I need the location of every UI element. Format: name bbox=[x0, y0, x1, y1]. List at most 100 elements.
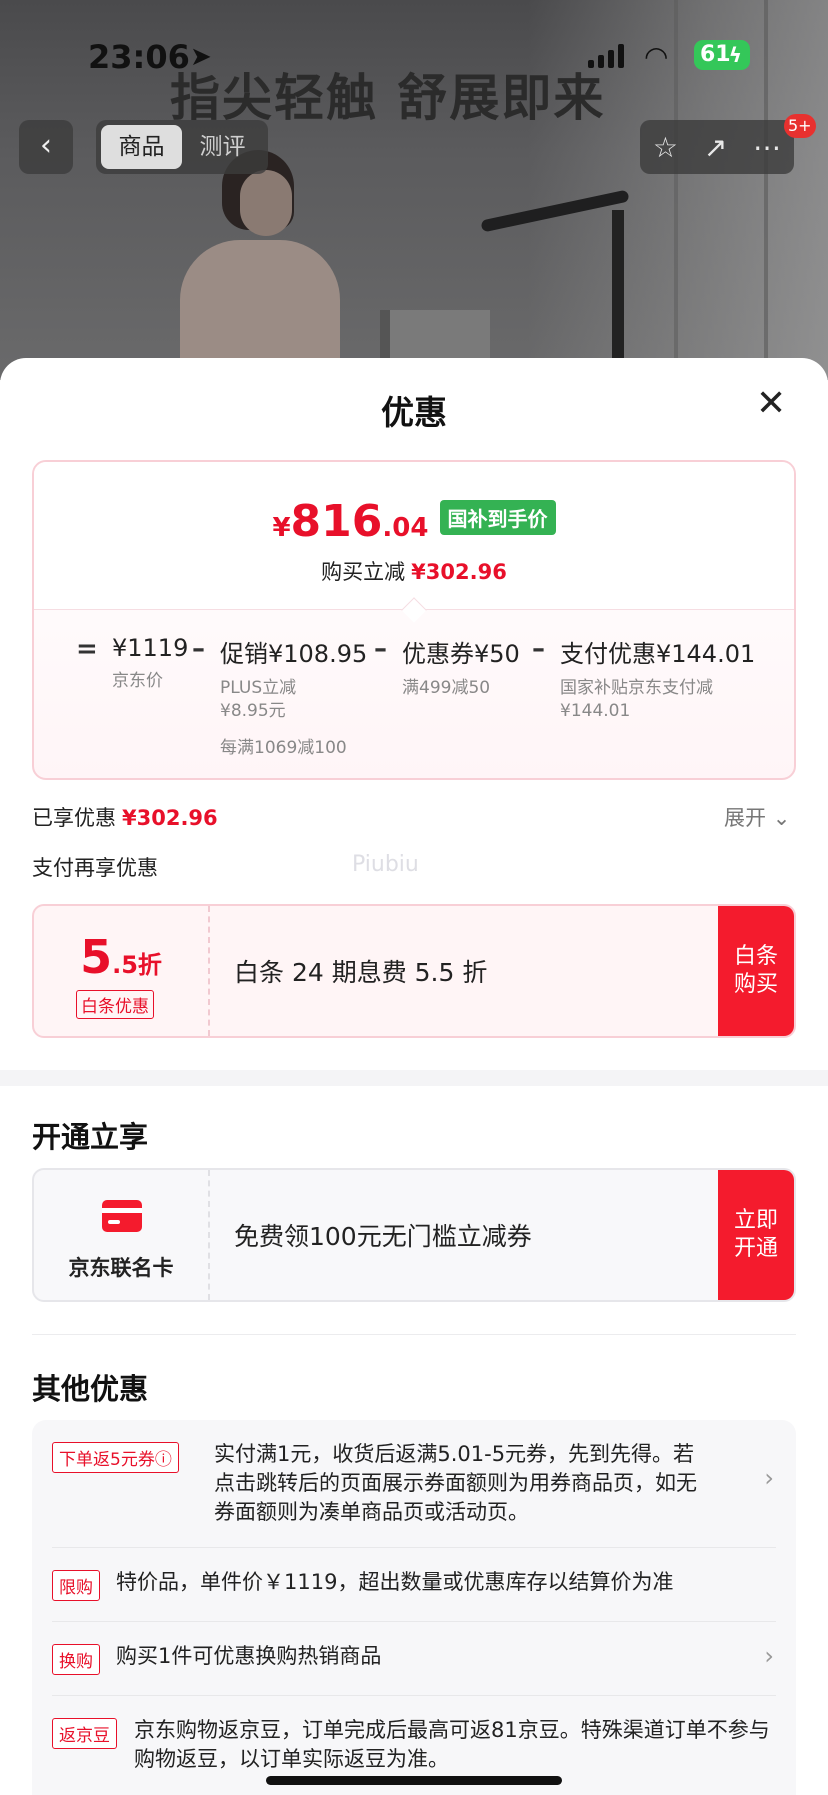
credit-card-icon bbox=[102, 1200, 142, 1232]
card-name: 京东联名卡 bbox=[68, 1256, 174, 1280]
cta-line: 开通 bbox=[733, 1236, 778, 1261]
offer-row-trade-in[interactable]: 换购 购买1件可优惠换购热销商品 › bbox=[52, 1622, 776, 1696]
minus-sign: – bbox=[374, 634, 387, 664]
cta-line: 购买 bbox=[733, 972, 778, 997]
baitiao-tag: 白条优惠 bbox=[76, 990, 154, 1019]
price-summary-card: ¥816.04 国补到手价 购买立减 ¥302.96 = ¥1119 京东价 – … bbox=[32, 460, 796, 780]
cta-line: 立即 bbox=[733, 1208, 778, 1233]
model-figure bbox=[160, 150, 360, 380]
divider bbox=[32, 1334, 796, 1335]
cobrand-card: 京东联名卡 bbox=[34, 1170, 210, 1300]
chevron-right-icon: › bbox=[764, 1642, 774, 1670]
breakdown-promo: 促销¥108.95 PLUS立减 ¥8.95元 每满1069减100 bbox=[220, 634, 367, 758]
final-price: ¥816.04 国补到手价 bbox=[34, 496, 794, 547]
subsidy-price-tag: 国补到手价 bbox=[439, 500, 556, 535]
offer-text: 购买1件可优惠换购热销商品 bbox=[116, 1644, 382, 1668]
favorite-star-icon[interactable]: ☆ bbox=[653, 131, 678, 164]
other-section-title: 其他优惠 bbox=[32, 1372, 149, 1406]
battery-level: 61 bbox=[700, 42, 731, 67]
section-divider bbox=[0, 1070, 828, 1086]
expand-toggle[interactable]: 展开 ⌄ bbox=[724, 802, 790, 832]
price-breakdown: = ¥1119 京东价 – 促销¥108.95 PLUS立减 ¥8.95元 每满… bbox=[34, 634, 794, 764]
product-tabs: 商品 测评 bbox=[96, 120, 268, 174]
coupon-amount: 优惠券¥50 bbox=[402, 640, 520, 668]
baitiao-discount-badge: 5.5折 白条优惠 bbox=[34, 906, 210, 1036]
promo-detail-line2: ¥8.95元 bbox=[220, 701, 286, 721]
base-price-label: 京东价 bbox=[112, 671, 163, 691]
tab-review[interactable]: 测评 bbox=[182, 125, 263, 169]
breakdown-minus: – bbox=[532, 634, 545, 664]
breakdown-coupon: 优惠券¥50 满499减50 bbox=[402, 634, 520, 700]
instant-discount-amount: ¥302.96 bbox=[411, 560, 507, 584]
price-currency: ¥ bbox=[272, 513, 291, 543]
breakdown-base: ¥1119 京东价 bbox=[112, 634, 188, 693]
breakdown-minus: – bbox=[192, 634, 205, 664]
wifi-icon: ◠ bbox=[644, 40, 669, 73]
minus-sign: – bbox=[192, 634, 205, 664]
chevron-right-icon: › bbox=[764, 1464, 774, 1492]
location-arrow-icon: ➤ bbox=[190, 42, 212, 72]
offer-text: 京东购物返京豆，订单完成后最高可返81京豆。特殊渠道订单不参与购物返豆，以订单实… bbox=[134, 1718, 770, 1771]
offer-tag: 返京豆 bbox=[52, 1718, 117, 1749]
expand-label: 展开 bbox=[724, 806, 766, 830]
minus-sign: – bbox=[532, 634, 545, 664]
open-card-button[interactable]: 立即 开通 bbox=[718, 1170, 794, 1300]
chevron-left-icon: ‹ bbox=[40, 128, 52, 163]
pay-again-heading: 支付再享优惠 bbox=[32, 856, 158, 880]
payment-discount: 支付优惠¥144.01 bbox=[560, 640, 756, 668]
cta-line: 白条 bbox=[733, 944, 778, 969]
chevron-down-icon: ⌄ bbox=[772, 806, 791, 830]
baitiao-buy-button[interactable]: 白条 购买 bbox=[718, 906, 794, 1036]
price-integer: 816 bbox=[290, 496, 383, 547]
nav-actions: ☆ ↗ ⋯ bbox=[640, 120, 794, 174]
equals-sign: = bbox=[76, 634, 98, 664]
promotion-sheet: 优惠 ✕ ¥816.04 国补到手价 购买立减 ¥302.96 = ¥1119 京… bbox=[0, 358, 828, 1795]
more-icon[interactable]: ⋯ bbox=[753, 131, 781, 164]
instant-discount-label: 购买立减 bbox=[321, 560, 406, 584]
discount-small: .5折 bbox=[112, 951, 162, 979]
status-bar: 23:06 ➤ ◠ 61 ϟ bbox=[0, 0, 828, 110]
enjoyed-discount: 已享优惠 ¥302.96 bbox=[32, 802, 218, 832]
coupon-detail: 满499减50 bbox=[402, 678, 491, 698]
price-decimal: .04 bbox=[382, 513, 429, 543]
close-icon[interactable]: ✕ bbox=[756, 384, 786, 424]
back-button[interactable]: ‹ bbox=[19, 120, 73, 174]
promo-detail: PLUS立减 ¥8.95元 bbox=[220, 677, 367, 723]
offer-text: 实付满1元，收货后返满5.01-5元券，先到先得。若点击跳转后的页面展示券面额则… bbox=[214, 1442, 697, 1524]
offer-tag: 换购 bbox=[52, 1644, 100, 1675]
promo-detail-line1: PLUS立减 bbox=[220, 678, 297, 698]
payment-detail: 国家补贴京东支付减 ¥144.01 bbox=[560, 677, 755, 723]
share-icon[interactable]: ↗ bbox=[704, 131, 727, 164]
lamp-pole bbox=[612, 210, 624, 380]
discount-big: 5 bbox=[80, 930, 113, 984]
baitiao-description: 白条 24 期息费 5.5 折 bbox=[234, 958, 488, 987]
model-face bbox=[240, 170, 292, 236]
home-indicator[interactable] bbox=[266, 1776, 562, 1785]
promo-extra: 每满1069减100 bbox=[220, 738, 347, 758]
offer-row-coupon-return[interactable]: 下单返5元券ⓘ 实付满1元，收货后返满5.01-5元券，先到先得。若点击跳转后的… bbox=[52, 1420, 776, 1548]
status-time: 23:06 bbox=[88, 38, 190, 76]
offer-row-purchase-limit: 限购 特价品，单件价￥1119，超出数量或优惠库存以结算价为准 bbox=[52, 1548, 776, 1622]
breakdown-equals: = bbox=[76, 634, 98, 664]
product-navbar: ‹ 商品 测评 ☆ ↗ ⋯ 5+ bbox=[0, 114, 828, 174]
payment-detail-line2: ¥144.01 bbox=[560, 701, 631, 721]
base-price: ¥1119 bbox=[112, 634, 189, 662]
offer-text: 特价品，单件价￥1119，超出数量或优惠库存以结算价为准 bbox=[116, 1570, 674, 1594]
watermark: Piubiu bbox=[352, 852, 419, 877]
baitiao-discount-rate: 5.5折 bbox=[34, 930, 208, 984]
offer-tag: 限购 bbox=[52, 1570, 100, 1601]
open-section-title: 开通立享 bbox=[32, 1120, 149, 1154]
card-offer-description: 免费领100元无门槛立减券 bbox=[234, 1222, 532, 1251]
other-offers-list: 下单返5元券ⓘ 实付满1元，收货后返满5.01-5元券，先到先得。若点击跳转后的… bbox=[32, 1420, 796, 1795]
cell-signal-icon bbox=[588, 44, 624, 68]
promo-amount: 促销¥108.95 bbox=[220, 640, 368, 668]
breakdown-minus: – bbox=[374, 634, 387, 664]
charging-bolt-icon: ϟ bbox=[728, 43, 742, 67]
sheet-title: 优惠 bbox=[381, 393, 447, 432]
message-badge: 5+ bbox=[784, 114, 816, 138]
breakdown-payment: 支付优惠¥144.01 国家补贴京东支付减 ¥144.01 bbox=[560, 634, 755, 723]
instant-discount: 购买立减 ¥302.96 bbox=[34, 556, 794, 586]
baitiao-offer: 5.5折 白条优惠 白条 24 期息费 5.5 折 白条 购买 bbox=[32, 904, 796, 1038]
enjoyed-amount: ¥302.96 bbox=[122, 806, 218, 830]
tab-product[interactable]: 商品 bbox=[101, 125, 182, 169]
